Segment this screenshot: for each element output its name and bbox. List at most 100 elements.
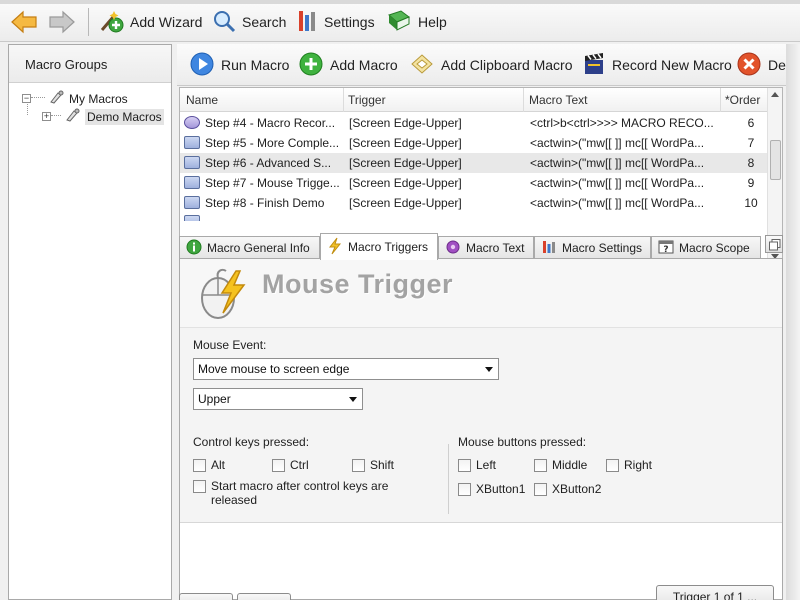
cell-name: Step #7 - Mouse Trigge... [205, 176, 340, 190]
settings-button[interactable]: Settings [296, 8, 375, 36]
trigger-settings-section: Mouse Event: Move mouse to screen edge U… [180, 327, 782, 523]
collapse-toggle[interactable]: − [22, 94, 31, 103]
back-arrow-icon [10, 10, 38, 34]
column-divider [523, 88, 524, 112]
macro-icon [184, 116, 200, 129]
table-row[interactable]: Step #4 - Macro Recor... [Screen Edge-Up… [180, 113, 770, 133]
tab-macro-general-info[interactable]: Macro General Info [179, 236, 320, 259]
column-header-order[interactable]: *Order [725, 93, 760, 107]
macro-list-header: Name Trigger Macro Text *Order [180, 88, 770, 112]
macro-folder-icon [49, 90, 65, 107]
column-header-trigger[interactable]: Trigger [348, 93, 386, 107]
table-row[interactable]: Step #5 - More Comple... [Screen Edge-Up… [180, 133, 770, 153]
trigger-count-button[interactable]: Trigger 1 of 1 ... [656, 585, 774, 600]
tab-macro-triggers[interactable]: Macro Triggers [320, 233, 438, 260]
control-keys-label: Control keys pressed: [193, 435, 310, 449]
checkbox-box[interactable] [458, 459, 471, 472]
add-clipboard-macro-label: Add Clipboard Macro [441, 57, 573, 73]
search-button[interactable]: Search [212, 8, 286, 36]
column-header-name[interactable]: Name [186, 93, 218, 107]
macro-groups-panel: Macro Groups − My Macros + Demo Macros [8, 44, 172, 600]
right-button-checkbox[interactable]: Right [606, 458, 652, 472]
svg-text:?: ? [663, 245, 668, 255]
expand-toggle[interactable]: + [42, 112, 51, 121]
chevron-down-icon [485, 367, 493, 372]
tools-icon [541, 239, 557, 258]
cell-trigger: [Screen Edge-Upper] [349, 156, 462, 170]
checkbox-label: Right [624, 458, 653, 472]
screen-edge-select[interactable]: Upper [193, 388, 363, 410]
macro-icon [184, 215, 200, 221]
delete-icon [736, 51, 762, 80]
checkbox-label: Alt [211, 458, 226, 472]
checkbox-box[interactable] [458, 483, 471, 496]
screen-edge-value: Upper [198, 392, 231, 406]
column-divider [343, 88, 344, 112]
add-wizard-button[interactable]: Add Wizard [98, 8, 202, 36]
checkbox-box[interactable] [534, 459, 547, 472]
forward-button[interactable] [48, 8, 76, 36]
checkbox-box[interactable] [352, 459, 365, 472]
checkbox-box[interactable] [272, 459, 285, 472]
record-new-macro-button[interactable]: Record New Macro [582, 51, 732, 79]
scroll-up-icon[interactable] [771, 92, 779, 97]
ctrl-checkbox[interactable]: Ctrl [272, 458, 309, 472]
cell-trigger: [Screen Edge-Upper] [349, 196, 462, 210]
add-macro-button[interactable]: Add Macro [298, 51, 398, 79]
checkbox-box[interactable] [193, 480, 206, 493]
cell-macro-text: <ctrl>b<ctrl>>>> MACRO RECO... [530, 116, 714, 130]
scrollbar-thumb[interactable] [770, 140, 781, 180]
middle-button-checkbox[interactable]: Middle [534, 458, 587, 472]
cell-trigger: [Screen Edge-Upper] [349, 176, 462, 190]
cell-order: 8 [747, 156, 755, 170]
xbutton1-checkbox[interactable]: XButton1 [458, 482, 525, 496]
start-after-release-checkbox[interactable]: Start macro after control keys are relea… [193, 479, 423, 507]
add-icon [298, 51, 324, 80]
checkbox-box[interactable] [606, 459, 619, 472]
add-wizard-label: Add Wizard [130, 14, 203, 30]
forward-arrow-icon [48, 10, 76, 34]
tab-macro-settings[interactable]: Macro Settings [534, 236, 651, 259]
play-icon [189, 51, 215, 80]
add-clipboard-macro-button[interactable]: Add Clipboard Macro [409, 51, 573, 79]
xbutton2-checkbox[interactable]: XButton2 [534, 482, 601, 496]
ok-button-partial[interactable] [179, 593, 233, 600]
tab-macro-scope[interactable]: ? Macro Scope [651, 236, 761, 259]
table-row[interactable]: Step #7 - Mouse Trigge... [Screen Edge-U… [180, 173, 770, 193]
alt-checkbox[interactable]: Alt [193, 458, 225, 472]
run-macro-label: Run Macro [221, 57, 290, 73]
cell-order: 7 [747, 136, 755, 150]
tree-item-demo-macros[interactable]: + Demo Macros [42, 108, 164, 125]
cell-name: Step #5 - More Comple... [205, 136, 340, 150]
checkbox-box[interactable] [193, 459, 206, 472]
checkbox-label: Middle [552, 458, 588, 472]
cell-trigger: [Screen Edge-Upper] [349, 136, 462, 150]
tab-label: Macro Triggers [348, 240, 429, 254]
cell-macro-text: <actwin>("mw[[ ]] mc[[ WordPa... [530, 136, 705, 150]
tab-macro-text[interactable]: Macro Text [438, 236, 534, 259]
tab-list-button[interactable] [765, 235, 783, 253]
section-divider [448, 444, 449, 514]
shift-checkbox[interactable]: Shift [352, 458, 394, 472]
back-button[interactable] [10, 8, 38, 36]
chevron-down-icon [349, 397, 357, 402]
table-row[interactable]: Step #8 - Finish Demo [Screen Edge-Upper… [180, 193, 770, 213]
run-macro-button[interactable]: Run Macro [189, 51, 289, 79]
help-button[interactable]: Help [386, 8, 447, 36]
left-button-checkbox[interactable]: Left [458, 458, 496, 472]
column-header-macro-text[interactable]: Macro Text [529, 93, 587, 107]
gear-flower-icon [445, 239, 461, 258]
checkbox-box[interactable] [534, 483, 547, 496]
cell-trigger: [Screen Edge-Upper] [349, 116, 462, 130]
mouse-event-select[interactable]: Move mouse to screen edge [193, 358, 499, 380]
checkbox-label: Shift [370, 458, 395, 472]
info-icon [186, 239, 202, 258]
cell-macro-text: <actwin>("mw[[ ]] mc[[ WordPa... [530, 196, 705, 210]
macro-folder-icon [65, 108, 81, 125]
cell-name: Step #6 - Advanced S... [205, 156, 332, 170]
cell-order: 6 [747, 116, 755, 130]
table-row[interactable]: Step #6 - Advanced S... [Screen Edge-Upp… [180, 153, 770, 173]
macro-action-bar: Run Macro Add Macro Add Clipboard Macro … [177, 44, 800, 86]
tree-item-my-macros[interactable]: − My Macros [22, 90, 128, 107]
cancel-button-partial[interactable] [237, 593, 291, 600]
